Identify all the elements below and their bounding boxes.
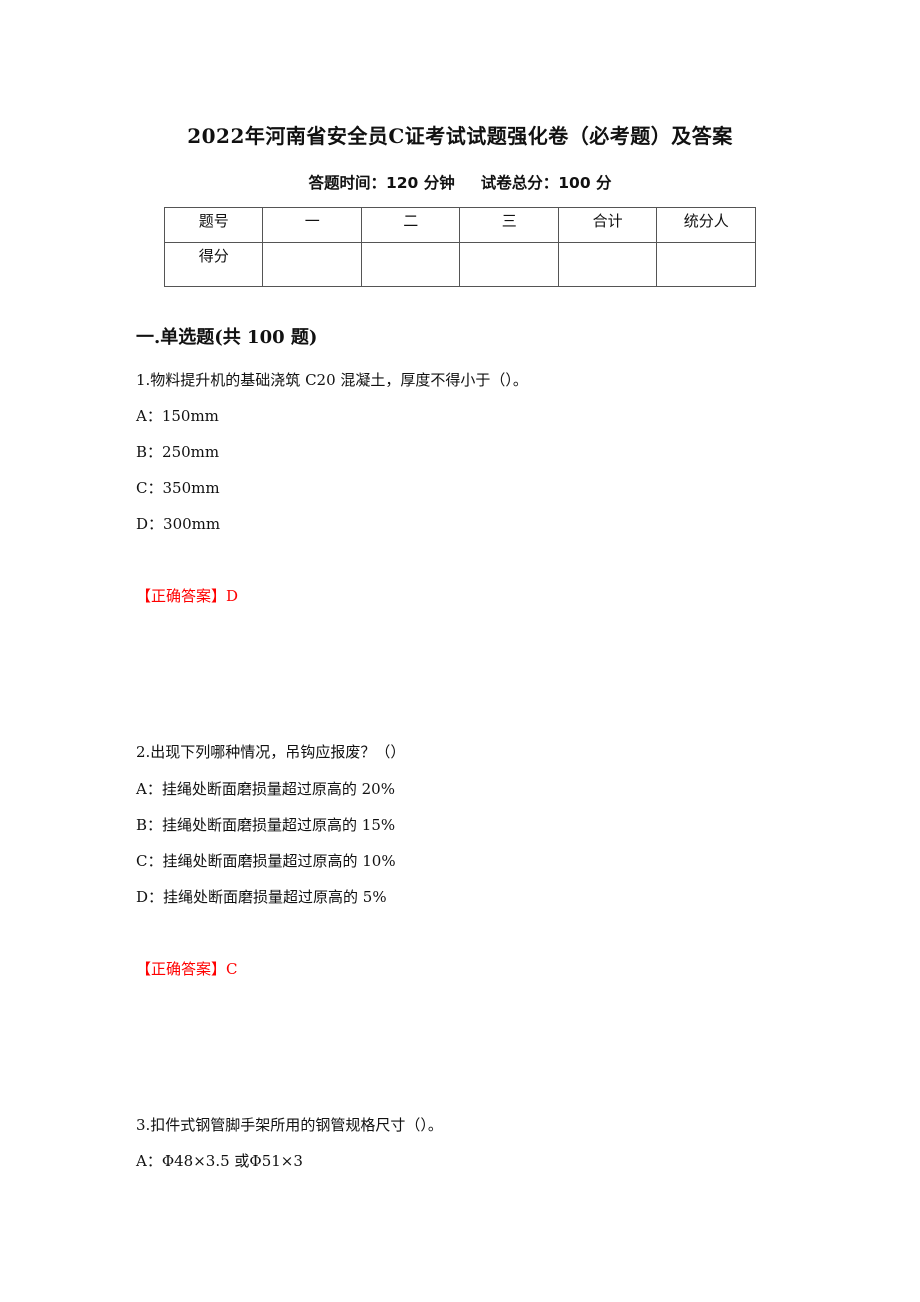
- document-title: 2022年河南省安全员C证考试试题强化卷（必考题）及答案: [187, 124, 733, 148]
- score-table-cell: [459, 242, 559, 287]
- score-table-cell: 统分人: [656, 207, 756, 243]
- question-3-stem: 3.扣件式钢管脚手架所用的钢管规格尺寸（）。: [136, 1116, 443, 1134]
- score-table: 题号 一 二 三 合计 统分人 得分: [163, 207, 756, 287]
- question-1-stem: 1.物料提升机的基础浇筑 C20 混凝土，厚度不得小于（）。: [136, 371, 528, 389]
- question-2-option-c: C：挂绳处断面磨损量超过原高的 10%: [136, 852, 396, 870]
- question-2-option-d: D：挂绳处断面磨损量超过原高的 5%: [136, 888, 387, 906]
- question-1-option-d: D：300mm: [136, 515, 221, 533]
- score-table-cell: 得分: [163, 242, 264, 287]
- score-table-score-row: 得分: [163, 242, 756, 287]
- question-1-answer: 【正确答案】D: [136, 587, 239, 605]
- question-1-option-c: C：350mm: [136, 479, 220, 497]
- exam-time: 答题时间：120 分钟: [308, 174, 455, 192]
- exam-total-score: 试卷总分：100 分: [480, 174, 612, 192]
- score-table-cell: 三: [459, 207, 559, 243]
- score-table-cell: 合计: [557, 207, 658, 243]
- question-2-option-a: A：挂绳处断面磨损量超过原高的 20%: [136, 780, 395, 798]
- score-table-cell: [557, 242, 658, 287]
- question-2-option-b: B：挂绳处断面磨损量超过原高的 15%: [136, 816, 396, 834]
- exam-meta: 答题时间：120 分钟 试卷总分：100 分: [0, 171, 920, 193]
- section-title: 一.单选题(共 100 题): [136, 327, 318, 348]
- score-table-cell: [360, 242, 461, 287]
- question-1-option-a: A：150mm: [136, 407, 219, 425]
- question-3-option-a: A：Φ48×3.5 或Φ51×3: [136, 1152, 303, 1170]
- score-table-header-row: 题号 一 二 三 合计 统分人: [163, 207, 756, 243]
- score-table-cell: 二: [360, 207, 461, 243]
- question-1-option-b: B：250mm: [136, 443, 220, 461]
- score-table-cell: 题号: [163, 207, 264, 243]
- score-table-cell: [656, 242, 756, 287]
- question-2-stem: 2.出现下列哪种情况，吊钩应报废？（）: [136, 743, 406, 761]
- question-2-answer: 【正确答案】C: [136, 960, 238, 978]
- score-table-cell: 一: [262, 207, 362, 243]
- score-table-cell: [262, 242, 362, 287]
